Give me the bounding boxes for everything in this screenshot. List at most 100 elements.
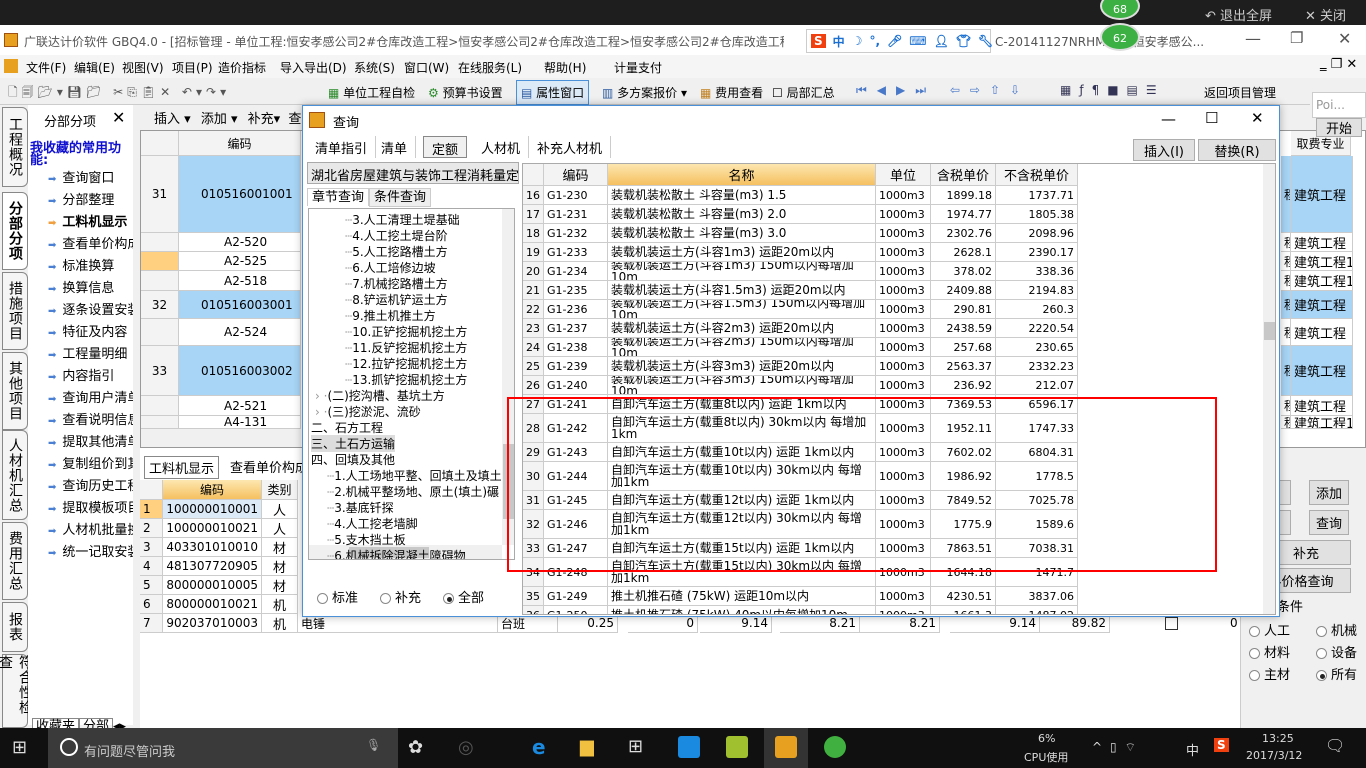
menu-4[interactable]: 造价指标 xyxy=(218,59,266,76)
overlay-close-button[interactable]: ✕ 关闭 xyxy=(1305,5,1346,24)
favorite-item[interactable]: 人材机批量换 xyxy=(48,519,133,538)
right-panel-button[interactable]: 添加 xyxy=(1309,480,1349,505)
quota-cell[interactable]: 338.36 xyxy=(996,262,1078,281)
row-fee[interactable]: 建筑工程 xyxy=(1291,346,1353,396)
keyboard-icon[interactable]: ⌨ xyxy=(909,34,926,48)
row7-checkbox[interactable] xyxy=(1165,617,1178,630)
quota-cell[interactable]: 212.07 xyxy=(996,376,1078,395)
favorite-item[interactable]: 工料机显示 xyxy=(48,211,133,230)
tab-unit-price[interactable]: 查看单价构成 xyxy=(230,457,308,476)
radio-设备[interactable]: 设备 xyxy=(1316,642,1357,661)
bottom-row-code[interactable]: 403301010010 xyxy=(163,538,262,557)
dialog-maximize-icon[interactable]: ☐ xyxy=(1205,109,1218,127)
bottom-row-type[interactable]: 材 xyxy=(262,538,298,557)
task-view-icon[interactable]: ✿ xyxy=(408,737,423,758)
radio-circle[interactable] xyxy=(1249,648,1260,659)
quota-cell[interactable]: 1000m3 xyxy=(876,357,931,376)
restore-icon[interactable]: ❐ xyxy=(1290,29,1303,47)
app-menu-icon[interactable] xyxy=(4,59,18,73)
radio-人工[interactable]: 人工 xyxy=(1249,620,1290,639)
quota-cell[interactable]: 2409.88 xyxy=(931,281,996,300)
menu-8[interactable]: 在线服务(L) xyxy=(458,59,522,76)
clock-time[interactable]: 13:25 xyxy=(1262,732,1294,745)
row-code[interactable]: A2-521 xyxy=(179,396,301,416)
bottom-row-type[interactable]: 材 xyxy=(262,557,298,576)
right-panel-button[interactable]: 查询 xyxy=(1309,510,1349,535)
row-fee[interactable]: 建筑工程1 xyxy=(1291,416,1353,429)
quota-cell[interactable]: 2390.17 xyxy=(996,243,1078,262)
dialog-close-icon[interactable]: ✕ xyxy=(1251,109,1264,127)
ime-toolbar[interactable]: S 中 ☽ °, 🎤︎ ⌨ 👤︎ 👕︎ 🔧︎ xyxy=(806,29,993,53)
vtab-4[interactable]: 人材机汇总 xyxy=(2,430,28,520)
tray-icons[interactable]: ^▯⌔ xyxy=(1092,740,1144,755)
quota-cell[interactable]: 2302.76 xyxy=(931,224,996,243)
quota-cell[interactable]: 236.92 xyxy=(931,376,996,395)
favorite-item[interactable]: 复制组价到其 xyxy=(48,453,133,472)
bottom-row-code[interactable]: 902037010003 xyxy=(163,614,262,633)
favorite-item[interactable]: 逐条设置安装 xyxy=(48,299,133,318)
tree-node[interactable]: 二、石方工程 xyxy=(311,419,383,436)
quota-cell[interactable]: 2194.83 xyxy=(996,281,1078,300)
bottom-row-type[interactable]: 机 xyxy=(262,595,298,614)
quota-cell[interactable]: 1487.02 xyxy=(996,606,1078,614)
tree-node[interactable]: ┄7.机械挖路槽土方 xyxy=(345,275,448,292)
favorite-item[interactable]: 内容指引 xyxy=(48,365,133,384)
quota-cell[interactable]: 2563.37 xyxy=(931,357,996,376)
radio-主材[interactable]: 主材 xyxy=(1249,664,1290,683)
tree-node[interactable]: ┄2.机械平整场地、原土(填土)碾 xyxy=(327,483,499,500)
favorite-item[interactable]: 分部整理 xyxy=(48,189,133,208)
tree-node[interactable]: › ·(二)挖沟槽、基坑土方 xyxy=(315,387,445,404)
row-fee[interactable]: 建筑工程1 xyxy=(1291,252,1353,271)
quota-cell[interactable]: 1661.3 xyxy=(931,606,996,614)
row-code[interactable]: A4-131 xyxy=(179,416,301,429)
favorite-item[interactable]: 查看单价构成 xyxy=(48,233,133,252)
quota-cell[interactable]: 1899.18 xyxy=(931,186,996,205)
quota-cell[interactable]: 1000m3 xyxy=(876,281,931,300)
tree-node[interactable]: ┄6.人工培修边坡 xyxy=(345,259,436,276)
bottom-row-code[interactable]: 800000010021 xyxy=(163,595,262,614)
return-project-button[interactable]: 返回项目管理 xyxy=(1204,84,1276,101)
folder-icon[interactable]: ▆ xyxy=(580,736,594,757)
property-window-button[interactable]: ▤ 属性窗口 xyxy=(516,80,590,105)
multi-quote-button[interactable]: ▥ 多方案报价 ▾ xyxy=(602,84,687,101)
tree-node[interactable]: ┄11.反铲挖掘机挖土方 xyxy=(345,339,467,356)
self-check-button[interactable]: ▦ 单位工程自检 xyxy=(328,84,415,101)
moon-icon[interactable]: ☽ xyxy=(852,34,863,48)
radio-所有[interactable]: 所有 xyxy=(1316,664,1357,683)
quota-cell[interactable]: 1000m3 xyxy=(876,262,931,281)
quota-cell[interactable]: 230.65 xyxy=(996,338,1078,357)
app-icon-g[interactable]: ◎ xyxy=(458,737,474,758)
quota-cell[interactable]: G1-240 xyxy=(544,376,608,395)
quota-cell[interactable]: G1-234 xyxy=(544,262,608,281)
quota-cell[interactable]: 1000m3 xyxy=(876,338,931,357)
filter-radio-0[interactable]: 标准 xyxy=(317,591,358,606)
quota-cell[interactable]: 2220.54 xyxy=(996,319,1078,338)
quota-cell[interactable]: 260.3 xyxy=(996,300,1078,319)
radio-circle[interactable] xyxy=(1249,670,1260,681)
bottom-row-type[interactable]: 材 xyxy=(262,576,298,595)
mdi-controls[interactable]: ‗ ❐ ✕ xyxy=(1320,57,1357,72)
quota-cell[interactable]: 装载机装运土方(斗容2m3) 运距20m以内 xyxy=(608,319,876,338)
quota-cell[interactable]: G1-239 xyxy=(544,357,608,376)
bottom-row-type[interactable]: 人 xyxy=(262,500,298,519)
favorite-item[interactable]: 查询历史工程 xyxy=(48,475,133,494)
start-button[interactable]: 开始 xyxy=(1316,118,1362,137)
partial-sum-checkbox[interactable]: ☐ 局部汇总 xyxy=(772,84,835,101)
tree-node[interactable]: ┄9.推土机推土方 xyxy=(345,307,436,324)
bottom-row-type[interactable]: 人 xyxy=(262,519,298,538)
bottom-row-type[interactable]: 机 xyxy=(262,614,298,633)
quota-cell[interactable]: 290.81 xyxy=(931,300,996,319)
quota-cell[interactable]: 1000m3 xyxy=(876,319,931,338)
main-hscrollbar[interactable] xyxy=(141,429,301,447)
row-code[interactable]: 010516003002 xyxy=(179,346,301,396)
favorite-item[interactable]: 标准换算 xyxy=(48,255,133,274)
row-fee[interactable]: 建筑工程 xyxy=(1291,156,1353,233)
row-fee[interactable]: 建筑工程 xyxy=(1291,396,1353,416)
favorite-item[interactable]: 查询用户清单 xyxy=(48,387,133,406)
radio-circle[interactable] xyxy=(1316,626,1327,637)
menu-1[interactable]: 编辑(E) xyxy=(74,59,115,76)
poi-box[interactable]: Poi... xyxy=(1312,92,1366,118)
radio-circle[interactable] xyxy=(1316,648,1327,659)
row-code[interactable]: 010516003001 xyxy=(179,291,301,319)
quota-cell[interactable]: 装载机装运土方(斗容1m3) 150m以内每增加10m xyxy=(608,262,876,281)
